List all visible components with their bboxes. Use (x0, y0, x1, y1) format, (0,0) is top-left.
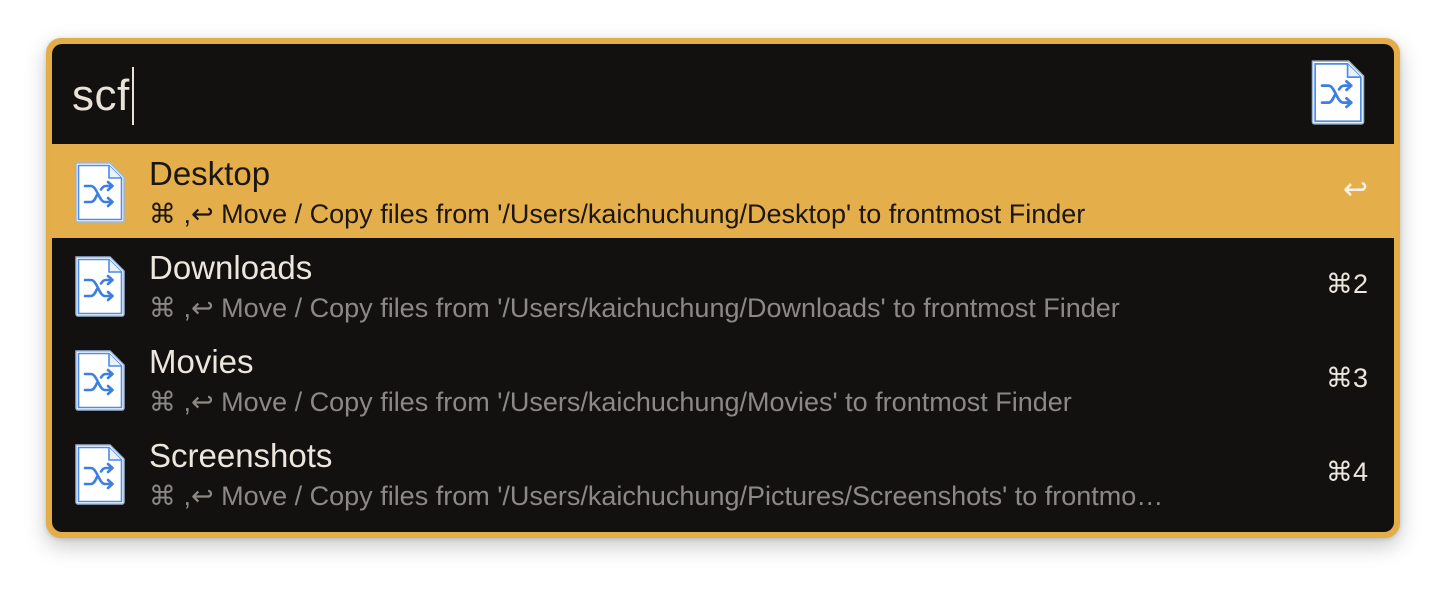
result-title: Movies (149, 343, 254, 380)
search-bar[interactable]: scf (52, 44, 1394, 144)
text-caret (131, 67, 134, 125)
result-subtitle: ⌘ ,↩ Move / Copy files from '/Users/kaic… (149, 293, 1120, 323)
result-row-downloads[interactable]: Downloads ⌘ ,↩ Move / Copy files from '/… (52, 238, 1394, 332)
result-row-screenshots[interactable]: Screenshots ⌘ ,↩ Move / Copy files from … (52, 426, 1394, 520)
result-row-desktop[interactable]: Desktop ⌘ ,↩ Move / Copy files from '/Us… (52, 144, 1394, 238)
result-row-movies[interactable]: Movies ⌘ ,↩ Move / Copy files from '/Use… (52, 332, 1394, 426)
result-shortcut: ⌘3 (1325, 363, 1368, 393)
return-key-icon: ↩ (1342, 173, 1368, 206)
result-shortcut: ⌘4 (1325, 457, 1368, 487)
results-list: Desktop ⌘ ,↩ Move / Copy files from '/Us… (52, 144, 1394, 520)
result-subtitle: ⌘ ,↩ Move / Copy files from '/Users/kaic… (149, 199, 1086, 229)
result-subtitle: ⌘ ,↩ Move / Copy files from '/Users/kaic… (149, 387, 1072, 417)
result-subtitle: ⌘ ,↩ Move / Copy files from '/Users/kaic… (149, 481, 1164, 511)
file-shuffle-icon (72, 160, 128, 224)
launcher-panel: scf Desktop ⌘ ,↩ Move / Copy files from … (52, 44, 1394, 532)
launcher-window: scf Desktop ⌘ ,↩ Move / Copy files from … (46, 38, 1400, 538)
file-shuffle-icon (72, 348, 128, 412)
file-shuffle-icon (1308, 58, 1368, 126)
result-title: Downloads (149, 249, 313, 286)
search-input[interactable]: scf (72, 66, 134, 126)
file-shuffle-icon (72, 442, 128, 506)
result-title: Desktop (149, 155, 271, 192)
result-title: Screenshots (149, 437, 333, 474)
search-query-text[interactable]: scf (72, 68, 130, 124)
result-shortcut: ⌘2 (1325, 269, 1368, 299)
file-shuffle-icon (72, 254, 128, 318)
